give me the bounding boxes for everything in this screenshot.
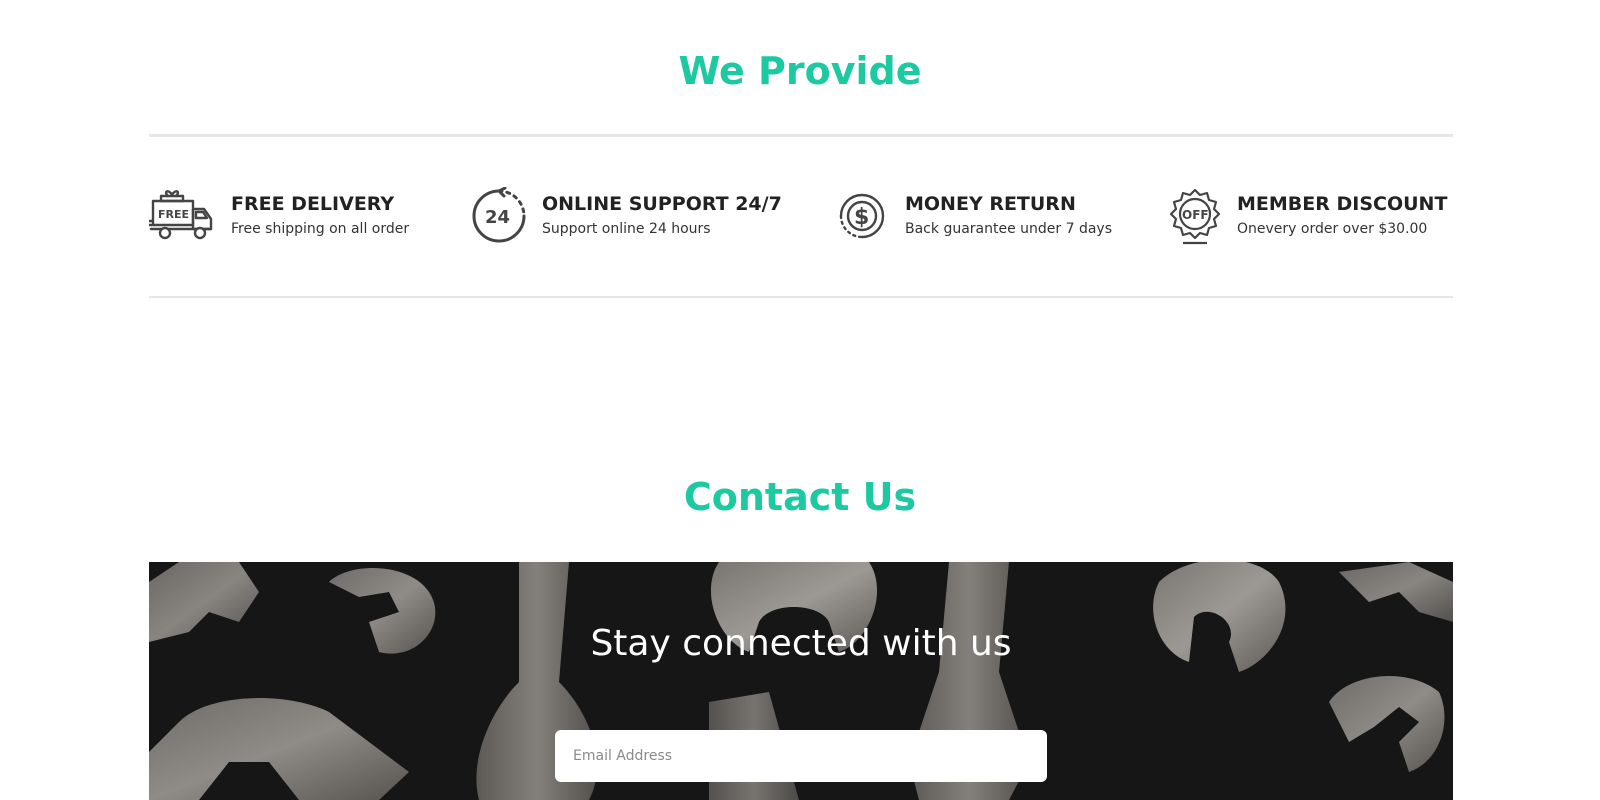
feature-title: MEMBER DISCOUNT bbox=[1237, 193, 1448, 215]
divider-bottom bbox=[149, 296, 1453, 298]
support-24-icon: 24 bbox=[470, 186, 528, 246]
divider-top bbox=[149, 134, 1453, 137]
feature-online-support: 24 ONLINE SUPPORT 24/7 Support online 24… bbox=[470, 186, 782, 246]
feature-title: ONLINE SUPPORT 24/7 bbox=[542, 193, 782, 215]
svg-text:OFF: OFF bbox=[1182, 208, 1209, 222]
money-return-icon: $ bbox=[833, 186, 891, 246]
we-provide-title: We Provide bbox=[678, 49, 922, 93]
feature-money-return: $ MONEY RETURN Back guarantee under 7 da… bbox=[833, 186, 1112, 246]
feature-description: Free shipping on all order bbox=[231, 221, 410, 237]
feature-title: MONEY RETURN bbox=[905, 193, 1076, 215]
feature-description: Back guarantee under 7 days bbox=[905, 221, 1113, 237]
svg-text:FREE: FREE bbox=[158, 208, 189, 221]
svg-text:24: 24 bbox=[485, 207, 510, 228]
feature-title: FREE DELIVERY bbox=[231, 193, 395, 215]
contact-us-title: Contact Us bbox=[683, 475, 917, 519]
banner-heading: Stay connected with us bbox=[590, 623, 1012, 664]
feature-member-discount: OFF MEMBER DISCOUNT Onevery order over $… bbox=[1169, 186, 1447, 246]
feature-free-delivery: FREE FREE DELIVERY Free shipping on all … bbox=[149, 186, 409, 246]
email-input[interactable] bbox=[555, 730, 1047, 782]
features-row: FREE FREE DELIVERY Free shipping on all … bbox=[149, 186, 1453, 246]
discount-badge-icon: OFF bbox=[1169, 186, 1223, 246]
feature-description: Onevery order over $30.00 bbox=[1237, 221, 1428, 237]
contact-banner: Stay connected with us bbox=[149, 562, 1453, 800]
svg-text:$: $ bbox=[854, 205, 869, 230]
feature-description: Support online 24 hours bbox=[542, 221, 711, 237]
page: We Provide FREE FREE DELIVERY Free shipp… bbox=[0, 0, 1600, 800]
free-delivery-truck-icon: FREE bbox=[149, 186, 217, 246]
